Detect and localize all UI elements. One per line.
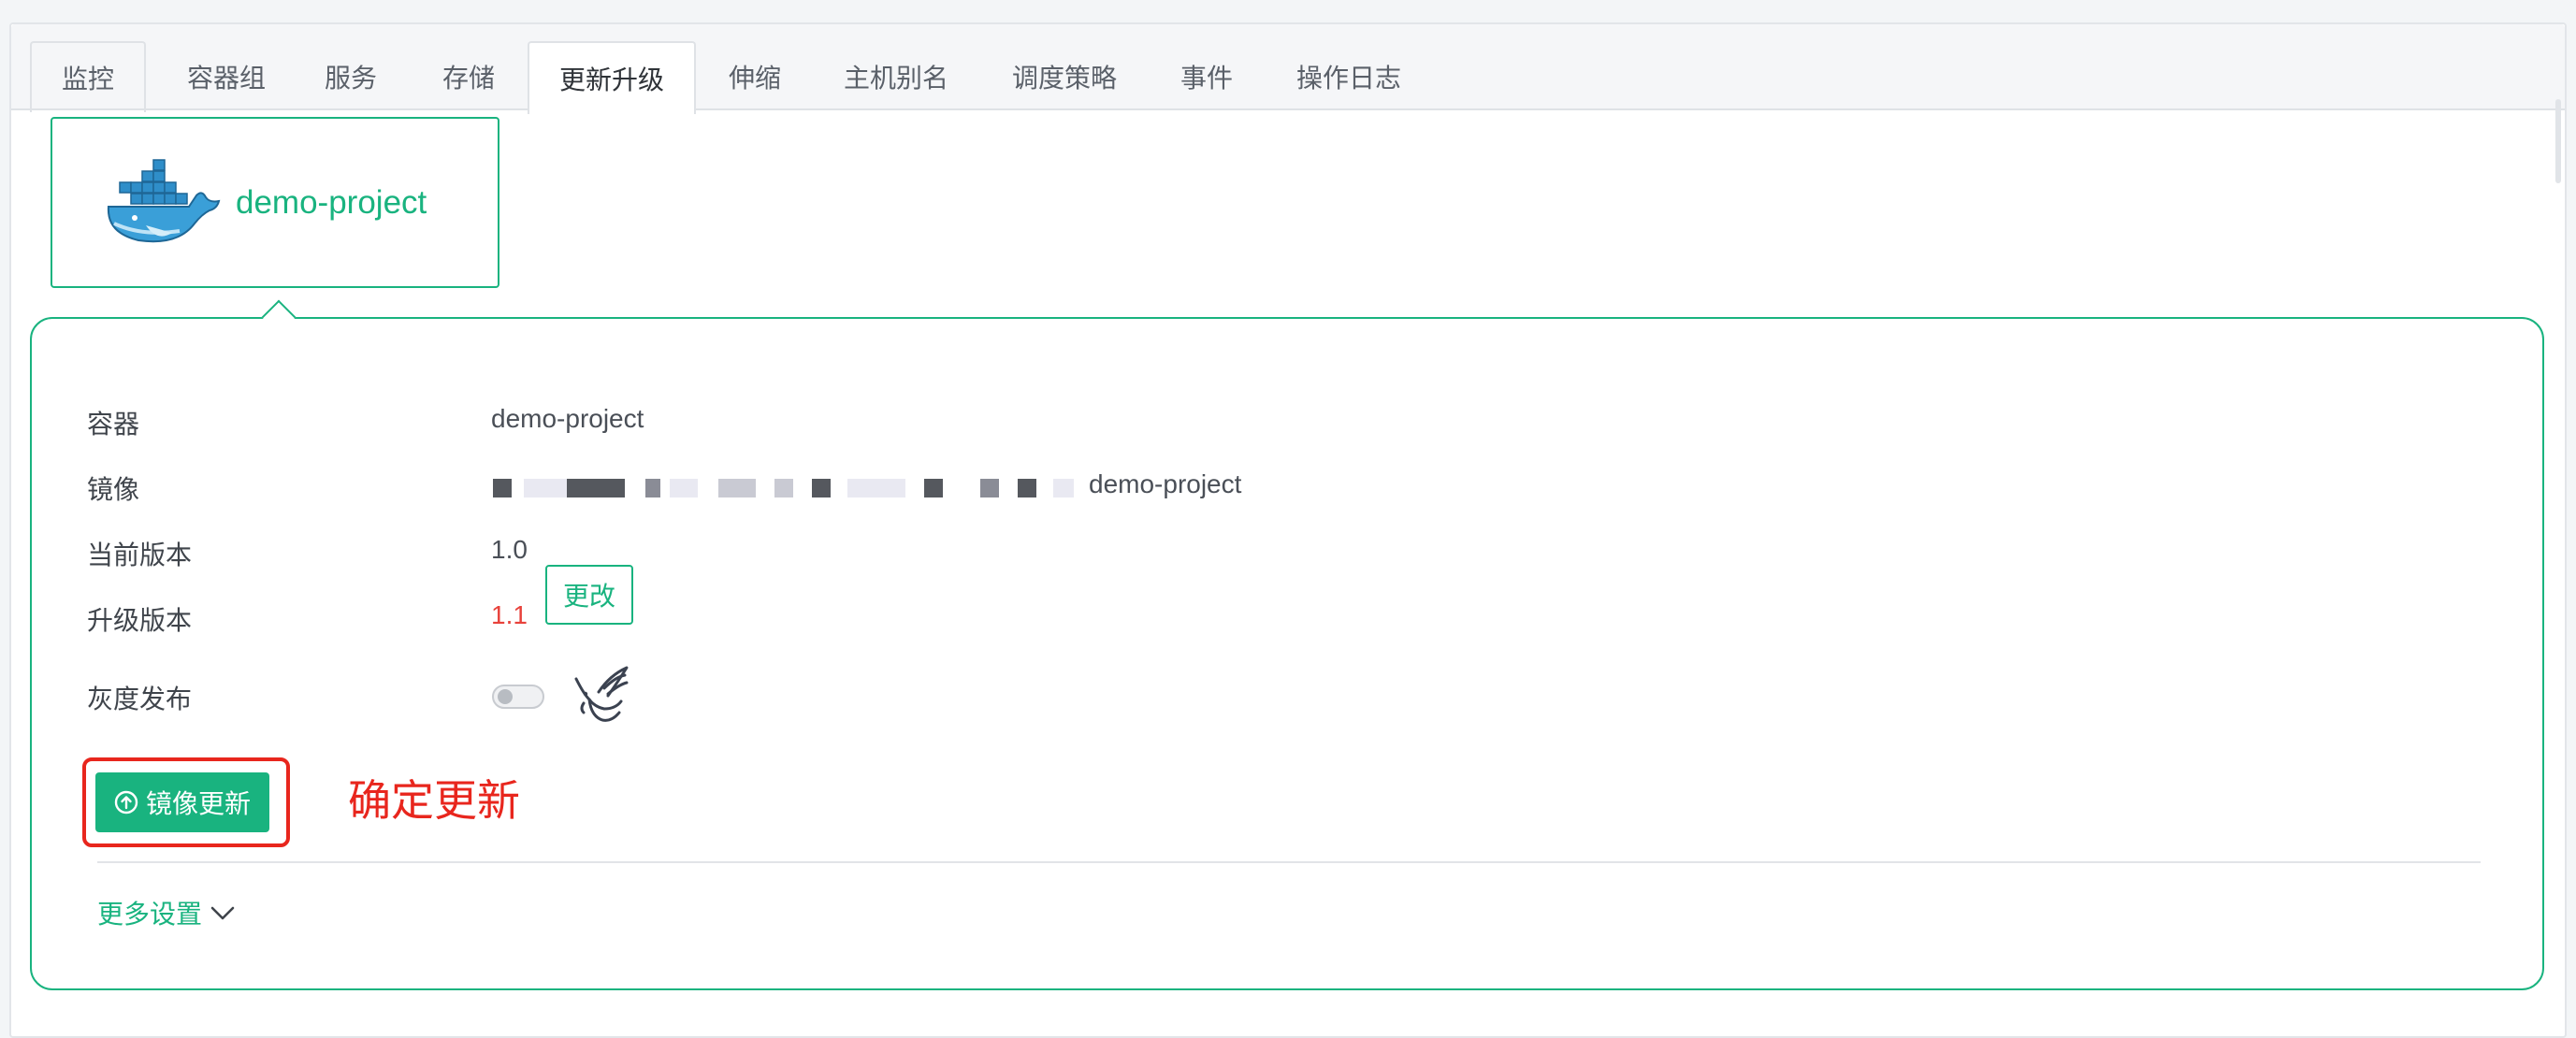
upgrade-version-value: 1.1 xyxy=(491,600,528,629)
tab-label: 操作日志 xyxy=(1295,64,1401,93)
tab-scaling[interactable]: 伸缩 xyxy=(713,41,797,112)
tab-operation-log[interactable]: 操作日志 xyxy=(1283,41,1414,112)
current-version-label: 当前版本 xyxy=(87,541,193,569)
project-name: demo-project xyxy=(236,183,427,221)
tab-pod-group[interactable]: 容器组 xyxy=(166,41,286,112)
chevron-down-icon xyxy=(210,906,235,920)
tab-bar: 监控 容器组 服务 存储 更新升级 伸缩 主机别名 调度策略 事件 操作日志 xyxy=(11,24,2565,114)
tab-label: 事件 xyxy=(1179,64,1233,93)
tab-monitor[interactable]: 监控 xyxy=(30,41,146,112)
tab-label: 调度策略 xyxy=(1011,64,1117,93)
more-settings-label: 更多设置 xyxy=(97,900,203,929)
upload-circle-icon xyxy=(114,790,138,815)
tab-scheduling[interactable]: 调度策略 xyxy=(999,41,1130,112)
scrollbar[interactable] xyxy=(2555,99,2561,183)
tab-label: 更新升级 xyxy=(558,65,664,94)
tab-label: 监控 xyxy=(61,65,114,94)
upgrade-version-label: 升级版本 xyxy=(87,606,193,635)
toggle-knob xyxy=(498,689,513,704)
image-value: demo-project xyxy=(1089,469,1242,498)
bird-icon[interactable] xyxy=(571,666,630,726)
image-update-button[interactable]: 镜像更新 xyxy=(95,772,269,832)
tab-events[interactable]: 事件 xyxy=(1167,41,1246,112)
tab-service[interactable]: 服务 xyxy=(309,41,393,112)
section-divider xyxy=(97,861,2481,863)
tab-host-alias[interactable]: 主机别名 xyxy=(831,41,962,112)
tab-label: 服务 xyxy=(324,64,377,93)
image-label: 镜像 xyxy=(87,475,140,504)
more-settings-toggle[interactable]: 更多设置 xyxy=(97,894,236,931)
current-version-value: 1.0 xyxy=(491,535,528,564)
gray-release-toggle[interactable] xyxy=(492,685,544,709)
tab-update-upgrade[interactable]: 更新升级 xyxy=(528,41,696,114)
container-value: demo-project xyxy=(491,404,644,433)
container-label: 容器 xyxy=(87,410,140,439)
project-card[interactable]: demo-project xyxy=(51,117,499,288)
image-update-label: 镜像更新 xyxy=(145,789,251,818)
annotation-text: 确定更新 xyxy=(348,776,520,825)
change-version-button[interactable]: 更改 xyxy=(545,565,633,625)
gray-release-label: 灰度发布 xyxy=(87,685,193,714)
tab-label: 伸缩 xyxy=(728,64,781,93)
tab-label: 主机别名 xyxy=(843,64,948,93)
tab-storage[interactable]: 存储 xyxy=(427,41,511,112)
tab-label: 存储 xyxy=(441,64,495,93)
docker-whale-icon xyxy=(107,158,221,242)
update-detail-box xyxy=(30,317,2544,990)
tab-label: 容器组 xyxy=(186,64,266,93)
